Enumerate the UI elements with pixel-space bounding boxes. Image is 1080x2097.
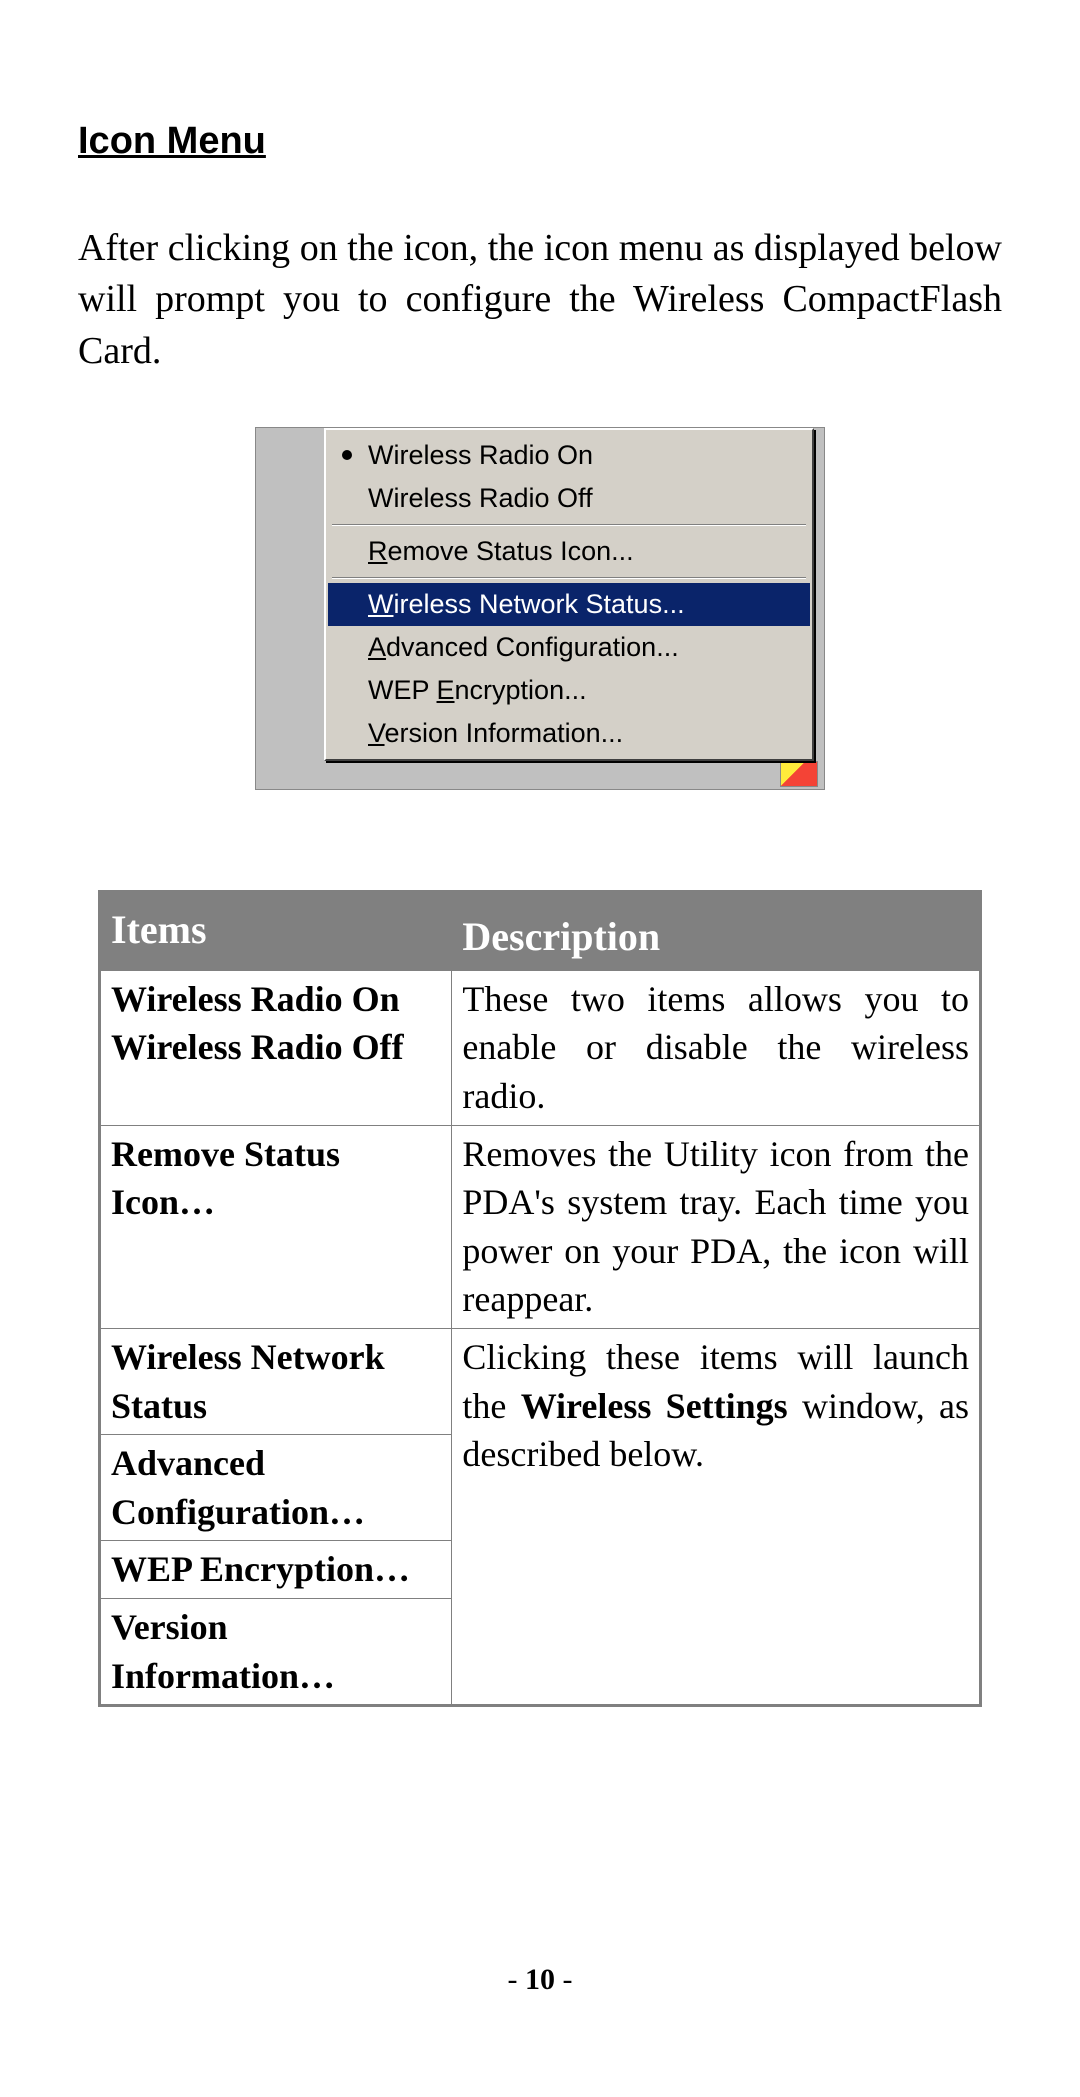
tray-icon [780,761,818,787]
intro-paragraph: After clicking on the icon, the icon men… [78,223,1002,377]
table-desc: Clicking these items will launch the Wir… [452,1329,981,1706]
table-item: Wireless Network Status [100,1329,452,1435]
table-header-description: Description [452,891,981,970]
menu-item[interactable]: Version Information... [328,712,810,755]
menu-separator [332,577,806,579]
context-menu: Wireless Radio OnWireless Radio Off Remov… [324,428,814,761]
menu-screenshot-footer [256,761,824,789]
table-desc: Removes the Utility icon from the PDA's … [452,1125,981,1328]
table-item: Remove Status Icon… [100,1125,452,1328]
table-item: Version Information… [100,1599,452,1706]
menu-item[interactable]: Wireless Network Status... [328,583,810,626]
menu-item[interactable]: Advanced Configuration... [328,626,810,669]
table-desc: These two items allows you to enable or … [452,970,981,1125]
table-item: WEP Encryption… [100,1541,452,1599]
table-item: Wireless Radio OnWireless Radio Off [100,970,452,1125]
menu-separator [332,524,806,526]
section-heading: Icon Menu [78,120,1002,163]
page-number-value: 10 [525,1963,555,1996]
menu-item[interactable]: WEP Encryption... [328,669,810,712]
table-header-items: Items [100,891,452,970]
menu-item[interactable]: Remove Status Icon... [328,530,810,573]
context-menu-screenshot: Wireless Radio OnWireless Radio Off Remov… [255,427,825,790]
bullet-icon [342,450,352,460]
page-number: - 10 - [0,1963,1080,1997]
menu-item[interactable]: Wireless Radio On [328,434,810,477]
menu-item[interactable]: Wireless Radio Off [328,477,810,520]
table-item: Advanced Configuration… [100,1435,452,1541]
description-table: Items Description Wireless Radio OnWirel… [98,890,982,1707]
